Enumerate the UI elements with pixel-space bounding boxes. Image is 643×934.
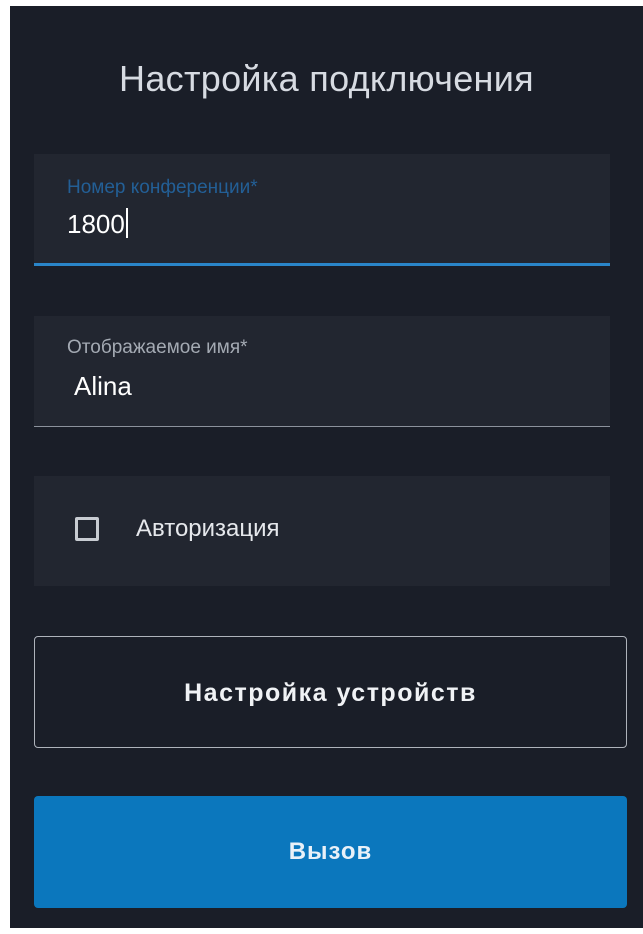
text-caret (125, 208, 128, 238)
page-title: Настройка подключения (119, 58, 534, 99)
display-name-field[interactable]: Отображаемое имя* Alina (34, 316, 610, 427)
display-name-input[interactable]: Alina (74, 371, 132, 402)
device-settings-button[interactable]: Настройка устройств (34, 636, 627, 748)
connection-settings-panel: Настройка подключения Номер конференции*… (10, 6, 643, 928)
conference-number-label: Номер конференции* (67, 177, 258, 198)
authorization-label: Авторизация (136, 515, 280, 542)
authorization-checkbox[interactable] (75, 517, 99, 541)
authorization-toggle[interactable]: Авторизация (34, 476, 610, 586)
conference-number-value: 1800 (67, 209, 125, 239)
call-button[interactable]: Вызов (34, 796, 627, 908)
conference-number-input[interactable]: 1800 (67, 208, 128, 240)
display-name-label: Отображаемое имя* (67, 337, 248, 358)
conference-number-field[interactable]: Номер конференции* 1800 (34, 154, 610, 266)
